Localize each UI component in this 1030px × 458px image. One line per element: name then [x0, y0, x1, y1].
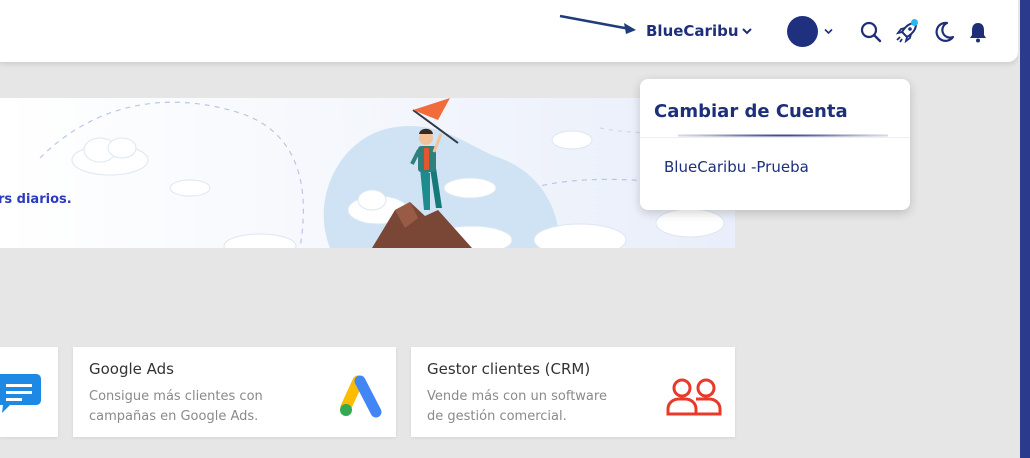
chat-icon — [0, 374, 41, 413]
dropdown-accent-line — [678, 134, 888, 137]
card-description: Vende más con un software de gestión com… — [427, 389, 607, 424]
user-menu[interactable] — [787, 16, 833, 47]
arrow-annotation — [559, 14, 636, 34]
account-option[interactable]: BlueCaribu -Prueba — [664, 158, 809, 176]
google-ads-card[interactable]: Google Ads Consigue más clientes con cam… — [73, 347, 396, 437]
messages-card[interactable] — [0, 347, 58, 437]
chevron-down-icon — [741, 28, 752, 35]
search-icon[interactable] — [859, 20, 883, 44]
google-ads-icon — [340, 375, 382, 418]
users-icon — [666, 378, 722, 416]
moon-icon[interactable] — [932, 20, 956, 44]
chevron-down-icon — [824, 28, 833, 35]
rocket-button[interactable] — [895, 19, 919, 44]
dropdown-title: Cambiar de Cuenta — [654, 101, 848, 122]
dropdown-divider — [640, 137, 910, 138]
account-dropdown: Cambiar de Cuenta BlueCaribu -Prueba — [640, 79, 910, 210]
card-title: Gestor clientes (CRM) — [427, 360, 591, 378]
banner-text: rs diarios. — [0, 192, 72, 207]
card-title: Google Ads — [89, 360, 174, 378]
crm-card[interactable]: Gestor clientes (CRM) Vende más con un s… — [411, 347, 735, 437]
account-switcher[interactable]: BlueCaribu — [646, 20, 752, 42]
bell-icon[interactable] — [966, 20, 990, 44]
scrollbar[interactable] — [1018, 0, 1030, 458]
avatar[interactable] — [787, 16, 818, 47]
card-description: Consigue más clientes con campañas en Go… — [89, 389, 263, 424]
notification-dot — [911, 19, 918, 26]
account-label: BlueCaribu — [646, 22, 739, 40]
welcome-banner: rs diarios. — [0, 98, 735, 248]
banner-illustration — [39, 98, 735, 248]
